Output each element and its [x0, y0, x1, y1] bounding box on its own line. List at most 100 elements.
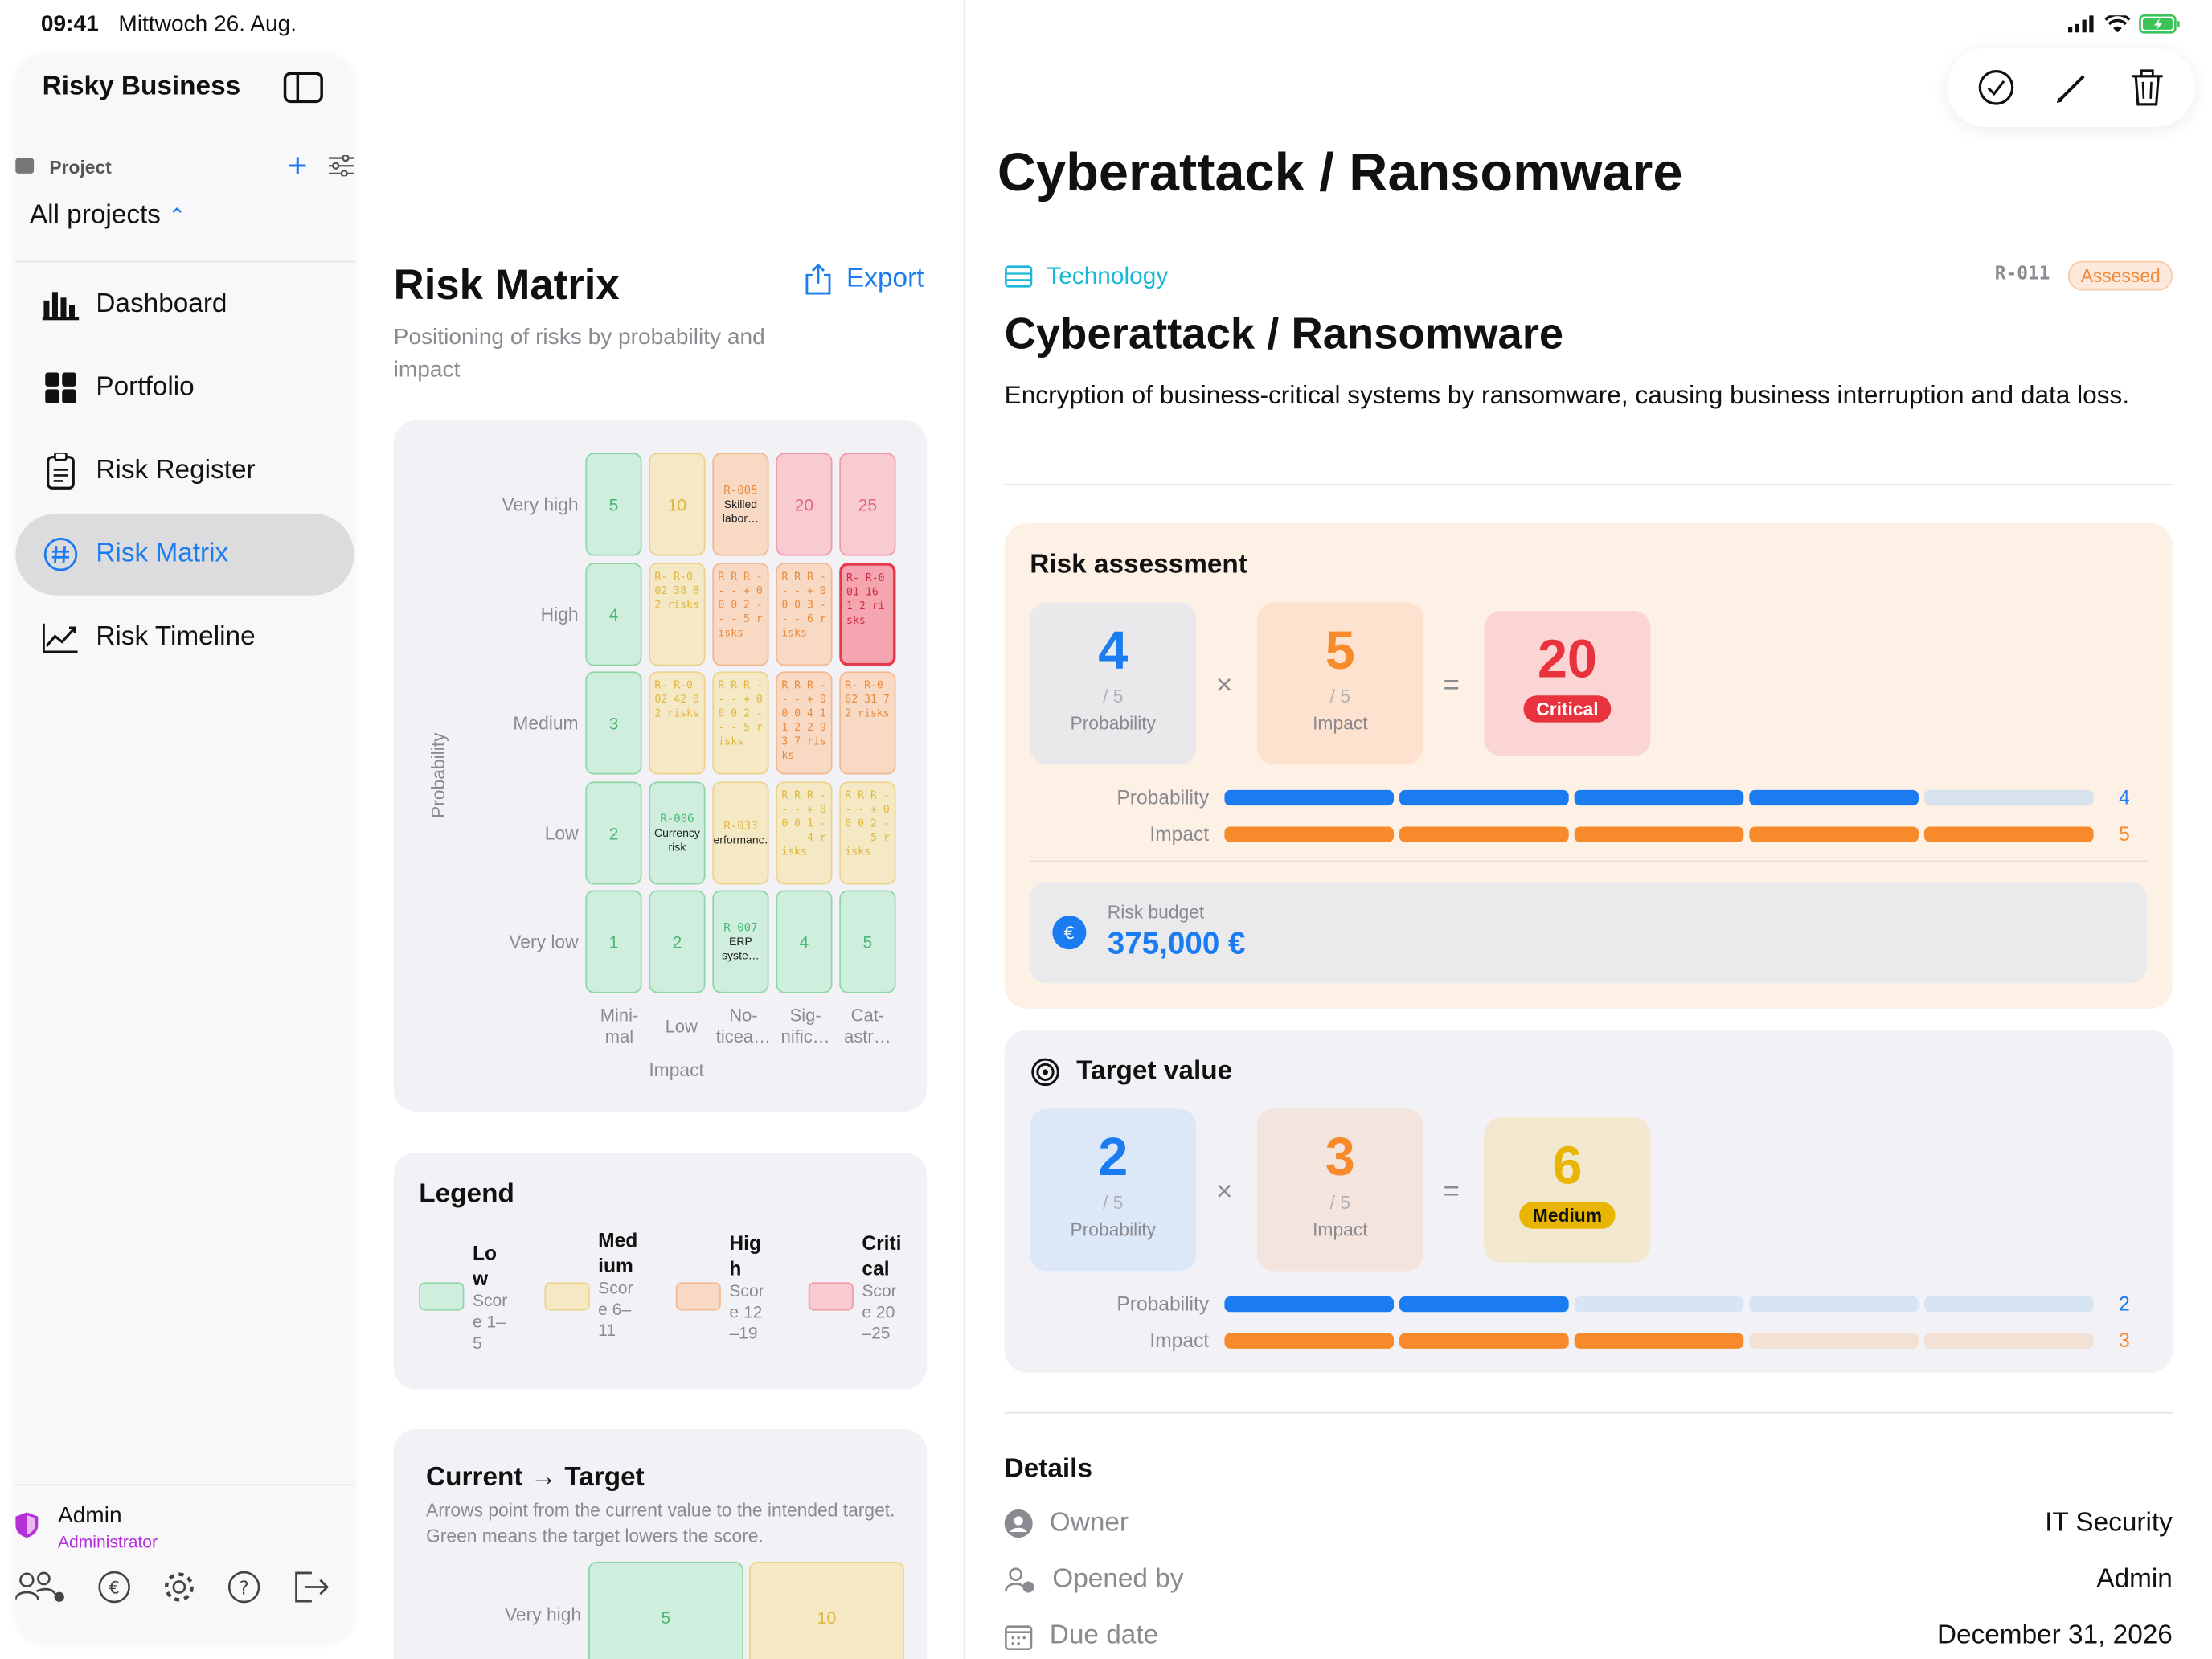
matrix-cell[interactable]: R-007 ERP syste…: [712, 890, 769, 993]
impact-box: 5 / 5 Impact: [1256, 602, 1423, 765]
impact-label: Impact: [1313, 1219, 1368, 1240]
legend-swatch-low: [419, 1282, 465, 1311]
bar-chart-icon: [42, 286, 80, 323]
detail-page-title: Cyberattack / Ransomware: [997, 144, 1683, 203]
bar-segment: [1574, 825, 1744, 842]
target-cell[interactable]: 10: [748, 1561, 905, 1659]
matrix-cell-selected[interactable]: R- R-0 01 16 1 2 risks: [839, 563, 896, 666]
footer-actions: € ?: [15, 1570, 329, 1604]
matrix-cell[interactable]: 4: [585, 563, 642, 666]
user-settings-icon[interactable]: [15, 1570, 66, 1604]
bar-segment: [1224, 1296, 1395, 1312]
matrix-cell[interactable]: R-006 Currency risk: [649, 781, 706, 885]
sidebar-item-risk-timeline[interactable]: Risk Timeline: [15, 596, 354, 678]
sidebar-item-dashboard[interactable]: Dashboard: [15, 264, 354, 346]
detail-row-owner: Owner IT Security: [1004, 1508, 2173, 1539]
risk-assessment-card: Risk assessment 4 / 5 Probability × 5 / …: [1004, 523, 2173, 1009]
help-icon[interactable]: ?: [227, 1570, 261, 1604]
matrix-cell[interactable]: R- R-0 02 38 8 2 risks: [649, 563, 706, 666]
score-value: 20: [1537, 630, 1598, 690]
matrix-cell[interactable]: 2: [649, 890, 706, 993]
filter-icon[interactable]: [328, 155, 354, 177]
col-label: No- ticea…: [715, 1006, 772, 1047]
bar-segment: [1923, 1332, 2094, 1348]
sidebar-item-risk-matrix[interactable]: Risk Matrix: [15, 513, 354, 596]
status-icons: [2067, 14, 2181, 35]
detail-label: Due date: [1049, 1620, 1159, 1651]
risk-id: R-005: [723, 483, 758, 496]
trash-icon[interactable]: [2130, 69, 2164, 106]
risk-id: R-006: [660, 812, 694, 825]
category-text: Technology: [1047, 262, 1169, 289]
pencil-icon[interactable]: [2055, 71, 2089, 104]
matrix-cell[interactable]: 20: [776, 453, 833, 556]
probability-box: 4 / 5 Probability: [1030, 602, 1197, 765]
matrix-cell[interactable]: R R R - - - + 0 0 0 1 - - - 4 risks: [776, 781, 833, 885]
bar-segment: [1749, 825, 1919, 842]
bar-segment: [1224, 789, 1395, 805]
share-icon: [805, 264, 831, 295]
bar-label: Impact: [1149, 1329, 1210, 1352]
detail-toolbar: [1947, 47, 2195, 127]
bar-segment: [1574, 1296, 1744, 1312]
user-name: Admin: [57, 1503, 122, 1528]
row-label: Very low: [509, 931, 579, 952]
bar-segment: [1224, 1332, 1395, 1348]
matrix-cell[interactable]: R-033 Performanc…: [712, 781, 769, 885]
matrix-cell[interactable]: 3: [585, 671, 642, 775]
bar-segment: [1399, 1296, 1569, 1312]
euro-icon[interactable]: €: [97, 1570, 131, 1604]
y-axis-label: Probability: [427, 732, 449, 818]
matrix-cell[interactable]: 10: [649, 453, 706, 556]
legend-item-high: High Score 12–19: [729, 1230, 772, 1344]
matrix-cell[interactable]: R R R - - - + 0 0 0 2 - - - 5 risks: [712, 563, 769, 666]
bar-segment: [1749, 1296, 1919, 1312]
bar-segment: [1923, 789, 2094, 805]
bar-label: Probability: [1116, 1292, 1210, 1315]
target-impact-bar: Impact 3: [1005, 1329, 2129, 1352]
matrix-cell[interactable]: R R R - - - + 0 0 0 2 - - - 5 risks: [839, 781, 896, 885]
matrix-cell[interactable]: R R R - - - + 0 0 0 3 - - - 6 risks: [776, 563, 833, 666]
export-button[interactable]: Export: [804, 264, 924, 295]
scale-max: / 5: [1329, 685, 1351, 707]
matrix-cell[interactable]: R R R - - - + 0 0 0 2 - - - 5 risks: [712, 671, 769, 775]
shield-icon: [15, 1512, 39, 1538]
scale-max: / 5: [1329, 1192, 1351, 1214]
matrix-cell[interactable]: 2: [585, 781, 642, 885]
battery-icon: [2139, 14, 2180, 34]
bar-segment: [1574, 1332, 1744, 1348]
svg-text:€: €: [1064, 923, 1075, 943]
divider: [1004, 484, 2173, 485]
sidebar-toggle-icon[interactable]: [283, 72, 323, 104]
matrix-cell[interactable]: R R R - - - + 0 0 0 4 1 1 2 2 9 3 7 risk…: [776, 671, 833, 775]
matrix-cell[interactable]: 5: [839, 890, 896, 993]
logout-icon[interactable]: [292, 1570, 329, 1604]
matrix-cell[interactable]: R-005 Skilled labor…: [712, 453, 769, 556]
x-axis-label: Impact: [649, 1059, 704, 1081]
matrix-cell[interactable]: R- R-0 02 31 7 2 risks: [839, 671, 896, 775]
bar-segment: [1923, 825, 2094, 842]
add-project-button[interactable]: +: [288, 147, 308, 186]
risk-id: R-011: [1994, 264, 2050, 285]
risk-id: R-033: [723, 818, 758, 832]
legend-swatch-medium: [544, 1282, 590, 1311]
project-selector[interactable]: All projects ⌃: [30, 200, 186, 231]
gear-icon[interactable]: [162, 1570, 196, 1604]
matrix-cell[interactable]: R- R-0 02 42 0 2 risks: [649, 671, 706, 775]
matrix-cell[interactable]: 1: [585, 890, 642, 993]
bar-segment: [1224, 825, 1395, 842]
matrix-cell[interactable]: 4: [776, 890, 833, 993]
bar-label: Impact: [1149, 822, 1210, 846]
bar-segment: [1399, 1332, 1569, 1348]
legend-item-critical: Critical Score 20–25: [862, 1230, 904, 1344]
server-icon: [1005, 265, 1033, 288]
matrix-cell[interactable]: 5: [585, 453, 642, 556]
row-label: Very high: [504, 1604, 582, 1625]
matrix-cell[interactable]: 25: [839, 453, 896, 556]
target-cell[interactable]: 5: [588, 1561, 743, 1659]
risk-description: Encryption of business-critical systems …: [1004, 380, 2130, 409]
sidebar-item-risk-register[interactable]: Risk Register: [15, 430, 354, 512]
wifi-icon: [2104, 14, 2131, 32]
checkmark-circle-icon[interactable]: [1978, 69, 2015, 106]
sidebar-item-portfolio[interactable]: Portfolio: [15, 347, 354, 429]
